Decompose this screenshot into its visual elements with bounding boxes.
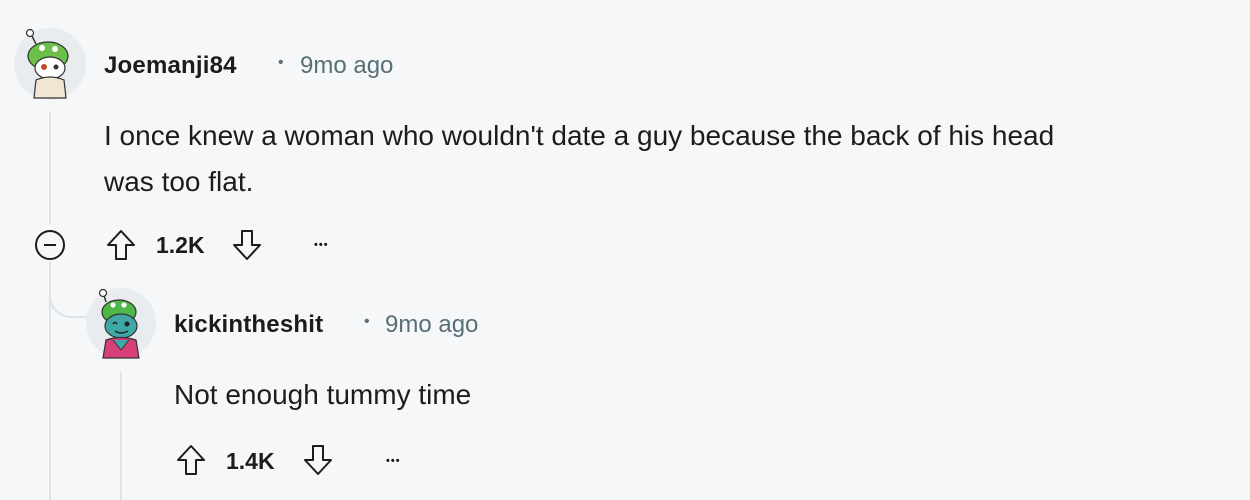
- comment-body-line: I once knew a woman who wouldn't date a …: [104, 120, 1055, 151]
- downvote-icon: [304, 445, 332, 475]
- vote-count: 1.2K: [156, 232, 205, 258]
- timestamp[interactable]: 9mo ago: [385, 311, 478, 339]
- downvote-icon: [233, 230, 261, 260]
- meta-separator: •: [364, 313, 370, 330]
- collapse-button[interactable]: [35, 230, 65, 260]
- thread-line-branch: [49, 262, 89, 318]
- more-options-button[interactable]: •••: [314, 240, 329, 251]
- vote-count: 1.4K: [226, 448, 275, 474]
- username[interactable]: Joemanji84: [104, 52, 237, 80]
- meta-separator: •: [278, 54, 284, 71]
- upvote-icon: [177, 445, 205, 475]
- collapse-icon: [44, 244, 56, 246]
- username[interactable]: kickintheshit: [174, 311, 323, 339]
- snoo-avatar-icon: [86, 288, 156, 359]
- upvote-button[interactable]: [173, 441, 209, 479]
- downvote-button[interactable]: [300, 441, 336, 479]
- more-options-button[interactable]: •••: [386, 456, 401, 467]
- thread-line-reply: [120, 372, 122, 500]
- avatar[interactable]: [14, 28, 86, 100]
- snoo-avatar-icon: [14, 28, 86, 100]
- timestamp[interactable]: 9mo ago: [300, 52, 393, 80]
- upvote-button[interactable]: [103, 226, 139, 264]
- comment-body-line: Not enough tummy time: [174, 379, 472, 410]
- downvote-button[interactable]: [229, 226, 265, 264]
- thread-line-main: [49, 112, 51, 224]
- comment-body-line: was too flat.: [104, 166, 254, 197]
- avatar[interactable]: [86, 288, 156, 359]
- upvote-icon: [107, 230, 135, 260]
